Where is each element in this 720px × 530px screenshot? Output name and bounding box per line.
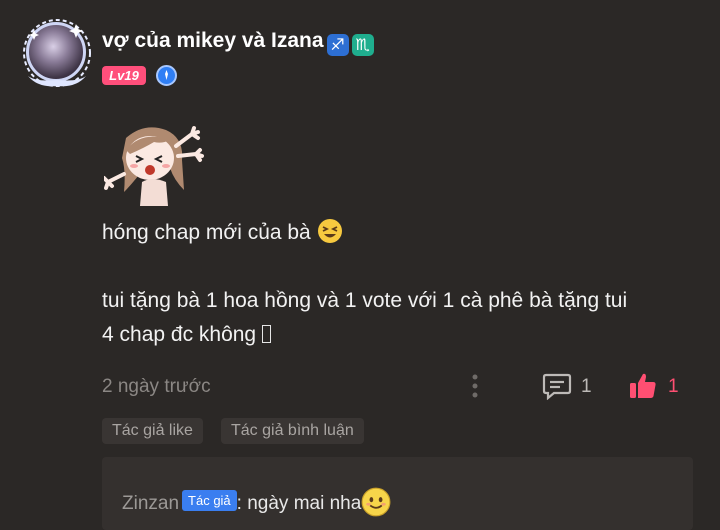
missing-glyph-icon <box>262 325 272 343</box>
username-text: vợ của mikey và Izana <box>102 29 324 52</box>
comment-line: 4 chap đc không <box>102 318 702 352</box>
author-liked-tag: Tác giả like <box>102 418 203 444</box>
laughing-emoji-icon <box>317 219 342 243</box>
author-badge: Tác giả <box>182 490 237 511</box>
thumbs-up-icon[interactable] <box>628 371 658 401</box>
avatar-frame-icon <box>23 19 91 87</box>
level-badge: Lv19 <box>102 66 146 85</box>
reply-text: : ngày mai nha <box>236 493 362 514</box>
author-reply-box[interactable]: Zinzan Tác giả: ngày mai nha <box>102 457 693 530</box>
like-count: 1 <box>668 376 679 397</box>
comment-timestamp: 2 ngày trước <box>102 376 211 397</box>
comment-line: tui tặng bà 1 hoa hồng và 1 vote với 1 c… <box>102 289 628 312</box>
sagittarius-icon: ♐ <box>326 34 349 56</box>
reply-count: 1 <box>581 376 592 397</box>
comment-line: hóng chap mới của bà <box>102 216 702 250</box>
smile-emoji-icon <box>361 487 391 517</box>
anime-girl-sticker <box>104 126 204 206</box>
author-commented-tag: Tác giả bình luận <box>221 418 364 444</box>
reply-icon[interactable] <box>542 372 572 400</box>
more-options-icon[interactable] <box>465 372 485 400</box>
author-medal-icon <box>156 65 177 86</box>
comment-body: hóng chap mới của bà tui tặng bà 1 hoa h… <box>102 216 702 352</box>
reply-username[interactable]: Zinzan <box>122 493 179 514</box>
username[interactable]: vợ của mikey và Izana ♐ ♏ <box>102 29 374 56</box>
scorpio-icon: ♏ <box>351 34 374 56</box>
user-avatar[interactable] <box>20 16 94 90</box>
reply-line: Zinzan Tác giả: ngày mai nha <box>122 487 391 517</box>
